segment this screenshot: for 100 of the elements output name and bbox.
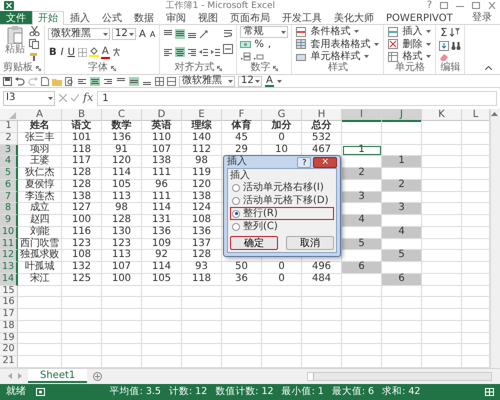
empty-cell[interactable] [262, 309, 302, 321]
ribbon-options-icon[interactable] [440, 2, 448, 9]
empty-cell[interactable] [342, 132, 382, 144]
empty-cell[interactable] [262, 320, 302, 332]
empty-cell[interactable] [342, 309, 382, 321]
dialog-launcher-icon[interactable] [36, 66, 41, 70]
empty-cell[interactable] [422, 132, 462, 144]
new-document-icon[interactable] [41, 76, 49, 86]
empty-cell[interactable] [142, 286, 182, 298]
empty-cell[interactable] [382, 297, 422, 309]
table-cell[interactable]: 3 [342, 192, 382, 204]
vertical-scrollbar[interactable] [490, 109, 500, 368]
paste-button[interactable]: 粘贴 [3, 25, 27, 62]
brush-icon[interactable] [29, 52, 40, 62]
empty-cell[interactable] [102, 297, 142, 309]
empty-cell[interactable] [222, 286, 262, 298]
copy-icon[interactable] [29, 39, 40, 49]
scroll-up-icon[interactable] [491, 112, 498, 116]
save-icon[interactable] [3, 76, 12, 86]
empty-cell[interactable] [222, 309, 262, 321]
close-button[interactable]: × [313, 156, 337, 168]
fill-down-icon[interactable] [439, 40, 450, 50]
empty-cell[interactable] [382, 320, 422, 332]
empty-cell[interactable] [422, 168, 462, 180]
increase-decimal-icon[interactable] [240, 52, 252, 60]
empty-cell[interactable] [102, 309, 142, 321]
row-header[interactable]: 9 [0, 215, 18, 227]
empty-cell[interactable] [102, 320, 142, 332]
ribbon-tab[interactable]: 开发工具 [276, 11, 328, 24]
empty-cell[interactable] [382, 309, 422, 321]
empty-cell[interactable] [302, 309, 342, 321]
table-cell[interactable]: 5 [382, 250, 422, 262]
ribbon-tab[interactable]: 审阅 [160, 11, 192, 24]
empty-cell[interactable] [142, 320, 182, 332]
ribbon-tab[interactable]: 公式 [96, 11, 128, 24]
align-center-icon[interactable] [175, 47, 186, 57]
help-button[interactable]: ? [426, 0, 432, 12]
print-preview-icon[interactable] [65, 76, 74, 86]
table-cell[interactable]: 6 [382, 274, 422, 286]
empty-cell[interactable] [182, 297, 222, 309]
font-name-field[interactable]: 微软雅黑 [48, 28, 110, 40]
radio-option[interactable]: 活动单元格下移(D) [230, 194, 334, 207]
radio-option[interactable]: 活动单元格右移(I) [230, 181, 334, 194]
dialog-launcher-icon[interactable] [217, 66, 222, 70]
caret-icon[interactable] [48, 96, 53, 100]
percent-button[interactable]: % [253, 38, 265, 50]
empty-cell[interactable] [102, 344, 142, 356]
check-icon[interactable] [71, 94, 79, 102]
empty-cell[interactable] [422, 121, 462, 133]
empty-cell[interactable] [222, 344, 262, 356]
empty-cell[interactable] [222, 320, 262, 332]
table-cell[interactable]: 2 [342, 168, 382, 180]
empty-cell[interactable] [62, 320, 102, 332]
empty-cell[interactable] [302, 320, 342, 332]
empty-cell[interactable] [342, 297, 382, 309]
empty-cell[interactable] [262, 297, 302, 309]
table-cell[interactable]: 4 [342, 215, 382, 227]
italic-button[interactable]: I [60, 46, 65, 58]
row-header[interactable]: 8 [0, 203, 18, 215]
sort-filter-icon[interactable] [450, 27, 460, 37]
file-tab[interactable]: 文件 [0, 11, 32, 24]
empty-cell[interactable] [342, 332, 382, 344]
increase-indent-icon[interactable] [211, 47, 222, 57]
empty-cell[interactable] [382, 121, 422, 133]
empty-cell[interactable] [422, 309, 462, 321]
row-header[interactable]: 3 [0, 144, 18, 156]
table-cell[interactable]: 1 [382, 156, 422, 168]
fill-bucket-icon[interactable] [88, 47, 99, 57]
empty-cell[interactable] [342, 286, 382, 298]
cancel-button[interactable]: 取消 [286, 236, 334, 250]
table-cell[interactable]: 3 [382, 203, 422, 215]
table-cell[interactable]: 5 [342, 238, 382, 250]
empty-cell[interactable] [62, 286, 102, 298]
empty-cell[interactable] [102, 332, 142, 344]
empty-cell[interactable] [182, 332, 222, 344]
empty-cell[interactable] [422, 215, 462, 227]
help-button[interactable]: ? [297, 156, 312, 168]
empty-cell[interactable] [382, 286, 422, 298]
conditional-format-button[interactable]: 条件格式 [295, 26, 380, 37]
ribbon-tab[interactable]: 美化大师 [328, 11, 380, 24]
decrease-indent-icon[interactable] [199, 47, 210, 57]
ribbon-tab[interactable]: 页面布局 [224, 11, 276, 24]
cancel-icon[interactable] [59, 94, 67, 102]
wrap-text-icon[interactable] [223, 28, 234, 38]
empty-cell[interactable] [262, 344, 302, 356]
empty-cell[interactable] [422, 192, 462, 204]
row-header[interactable]: 14 [0, 274, 18, 286]
ribbon-tab[interactable]: 视图 [192, 11, 224, 24]
font-name-field[interactable]: 微软雅黑 [179, 76, 235, 86]
dialog-launcher-icon[interactable] [111, 66, 116, 70]
empty-cell[interactable] [182, 309, 222, 321]
row-header[interactable]: 17 [0, 309, 18, 321]
caret-icon[interactable] [129, 32, 134, 36]
radio-option[interactable]: 整列(C) [230, 220, 334, 233]
column-header[interactable]: I [342, 109, 382, 122]
empty-cell[interactable] [422, 238, 462, 250]
empty-cell[interactable] [62, 297, 102, 309]
empty-cell[interactable] [302, 344, 342, 356]
empty-cell[interactable] [382, 344, 422, 356]
column-header[interactable]: K [422, 109, 462, 122]
